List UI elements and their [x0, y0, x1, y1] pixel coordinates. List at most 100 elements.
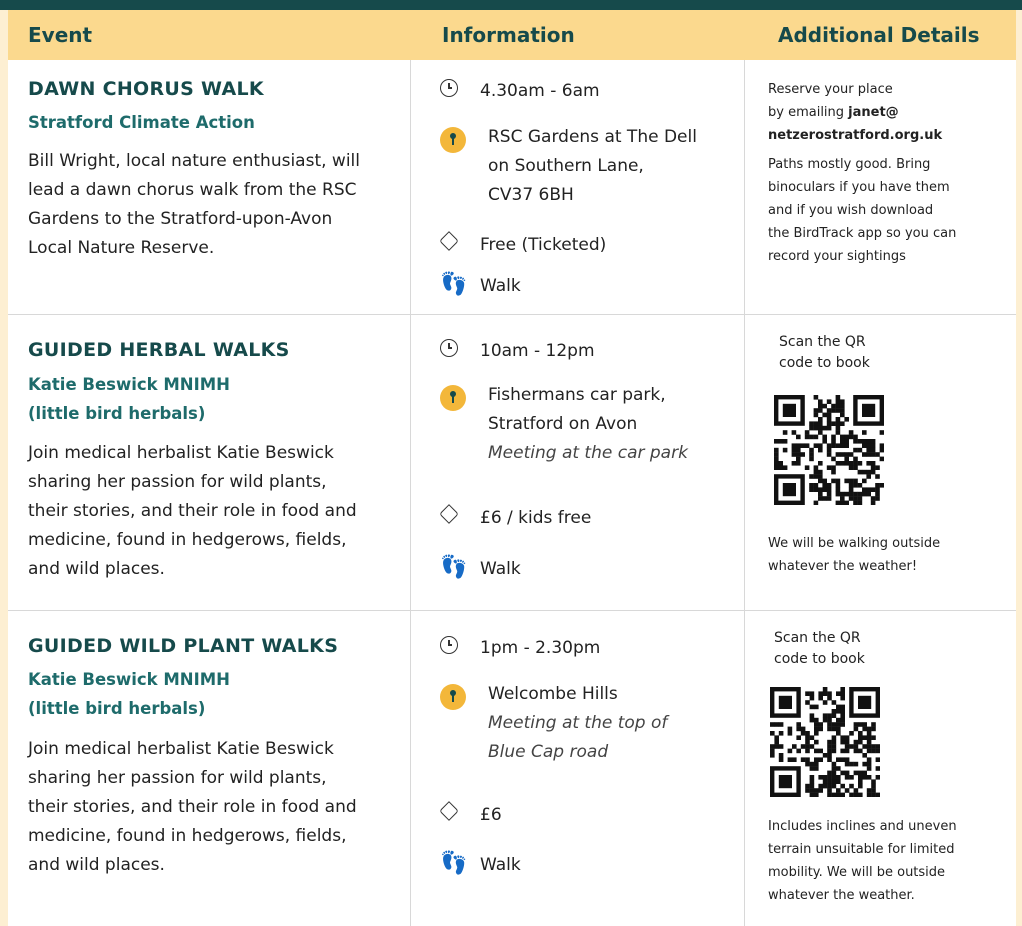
location-line: Fishermans car park,: [488, 385, 666, 405]
description-line: and wild places.: [28, 855, 165, 875]
description-line: Bill Wright, local nature enthusiast, wi…: [28, 151, 361, 171]
location-line: on Southern Lane,: [488, 156, 644, 176]
description-line: Join medical herbalist Katie Beswick: [28, 443, 334, 463]
header-event: Event: [28, 23, 93, 47]
additional-details: Reserve your place by emailing janet@ ne…: [768, 78, 998, 268]
description-line: sharing her passion for wild plants,: [28, 768, 327, 788]
notes-line: binoculars if you have them: [768, 180, 950, 195]
column-divider: [744, 60, 745, 926]
event-description: Join medical herbalist Katie Beswick sha…: [28, 439, 383, 584]
events-table: Event Information Additional Details DAW…: [8, 10, 1016, 926]
organiser-line: (little bird herbals): [28, 699, 206, 718]
ticket-tag-icon: [439, 801, 459, 821]
location-text: RSC Gardens at The Dell on Southern Lane…: [488, 123, 697, 210]
organiser-line: Katie Beswick MNIMH: [28, 670, 230, 689]
clock-icon: [440, 339, 458, 357]
qr-label: Scan the QR code to book: [774, 628, 894, 670]
location-line: RSC Gardens at The Dell: [488, 127, 697, 147]
qr-label-line: Scan the QR: [774, 630, 861, 646]
qr-label-line: code to book: [779, 355, 870, 371]
notes-line: terrain unsuitable for limited: [768, 842, 955, 857]
details-line: by emailing janet@: [768, 101, 998, 124]
map-pin-icon: [440, 127, 466, 153]
event-description: Bill Wright, local nature enthusiast, wi…: [28, 147, 383, 263]
event-title: GUIDED WILD PLANT WALKS: [28, 635, 339, 657]
description-line: lead a dawn chorus walk from the RSC: [28, 180, 357, 200]
description-line: Local Nature Reserve.: [28, 238, 215, 258]
details-text: by emailing: [768, 105, 849, 120]
map-pin-icon: [440, 684, 466, 710]
event-organiser: Stratford Climate Action: [28, 108, 368, 137]
clock-icon: [440, 636, 458, 654]
location-text: Fishermans car park, Stratford on Avon M…: [488, 381, 688, 468]
details-notes: Paths mostly good. Bring binoculars if y…: [768, 153, 998, 268]
event-description: Join medical herbalist Katie Beswick sha…: [28, 735, 383, 880]
location-text: Welcombe Hills Meeting at the top of Blu…: [488, 680, 667, 767]
qr-code-image[interactable]: [770, 687, 880, 797]
column-divider: [410, 60, 411, 926]
notes-line: Includes inclines and uneven: [768, 819, 957, 834]
qr-label-line: Scan the QR: [779, 334, 866, 350]
notes-line: We will be walking outside: [768, 536, 941, 551]
qr-label-line: code to book: [774, 651, 865, 667]
event-organiser: Katie Beswick MNIMH (little bird herbals…: [28, 370, 368, 428]
description-line: and wild places.: [28, 559, 165, 579]
top-banner: [0, 0, 1022, 10]
notes-line: the BirdTrack app so you can: [768, 226, 957, 241]
notes-line: whatever the weather.: [768, 888, 915, 903]
organiser-line: Katie Beswick MNIMH: [28, 375, 230, 394]
row-divider: [8, 314, 1016, 315]
description-line: Join medical herbalist Katie Beswick: [28, 739, 334, 759]
footprint-icon: 👣: [440, 272, 468, 297]
header-information: Information: [442, 23, 575, 47]
table-header: Event Information Additional Details: [8, 10, 1016, 60]
time-text: 1pm - 2.30pm: [480, 638, 601, 658]
event-title: DAWN CHORUS WALK: [28, 78, 264, 100]
location-note: Blue Cap road: [488, 742, 609, 762]
event-title: GUIDED HERBAL WALKS: [28, 339, 290, 361]
email-link[interactable]: netzerostratford.org.uk: [768, 128, 942, 143]
mode-text: Walk: [480, 855, 521, 875]
map-pin-icon: [440, 385, 466, 411]
organiser-line: Stratford Climate Action: [28, 113, 255, 132]
ticket-tag-icon: [439, 504, 459, 524]
footprint-icon: 👣: [440, 555, 468, 580]
description-line: medicine, found in hedgerows, fields,: [28, 530, 347, 550]
details-line: netzerostratford.org.uk: [768, 124, 998, 147]
notes-line: Paths mostly good. Bring: [768, 157, 931, 172]
location-note: Meeting at the top of: [488, 713, 668, 733]
location-note: Meeting at the car park: [488, 443, 688, 463]
notes-line: and if you wish download: [768, 203, 934, 218]
description-line: sharing her passion for wild plants,: [28, 472, 327, 492]
email-link[interactable]: janet@: [848, 105, 899, 120]
price-text: £6 / kids free: [480, 508, 592, 528]
description-line: Gardens to the Stratford-upon-Avon: [28, 209, 333, 229]
clock-icon: [440, 79, 458, 97]
qr-label: Scan the QR code to book: [779, 332, 899, 374]
ticket-tag-icon: [439, 231, 459, 251]
notes-line: mobility. We will be outside: [768, 865, 946, 880]
price-text: Free (Ticketed): [480, 235, 607, 255]
details-notes: Includes inclines and uneven terrain uns…: [768, 815, 1008, 907]
description-line: medicine, found in hedgerows, fields,: [28, 826, 347, 846]
location-line: Welcombe Hills: [488, 684, 618, 704]
price-text: £6: [480, 805, 502, 825]
header-additional-details: Additional Details: [778, 23, 980, 47]
location-line: CV37 6BH: [488, 185, 574, 205]
qr-code-image[interactable]: [774, 395, 884, 505]
description-line: their stories, and their role in food an…: [28, 501, 357, 521]
mode-text: Walk: [480, 559, 521, 579]
time-text: 10am - 12pm: [480, 341, 595, 361]
notes-line: whatever the weather!: [768, 559, 918, 574]
notes-line: record your sightings: [768, 249, 906, 264]
details-notes: We will be walking outside whatever the …: [768, 532, 998, 578]
mode-text: Walk: [480, 276, 521, 296]
location-line: Stratford on Avon: [488, 414, 638, 434]
row-divider: [8, 610, 1016, 611]
organiser-line: (little bird herbals): [28, 404, 206, 423]
event-organiser: Katie Beswick MNIMH (little bird herbals…: [28, 665, 368, 723]
details-line: Reserve your place: [768, 82, 893, 97]
time-text: 4.30am - 6am: [480, 81, 600, 101]
description-line: their stories, and their role in food an…: [28, 797, 357, 817]
footprint-icon: 👣: [440, 851, 468, 876]
